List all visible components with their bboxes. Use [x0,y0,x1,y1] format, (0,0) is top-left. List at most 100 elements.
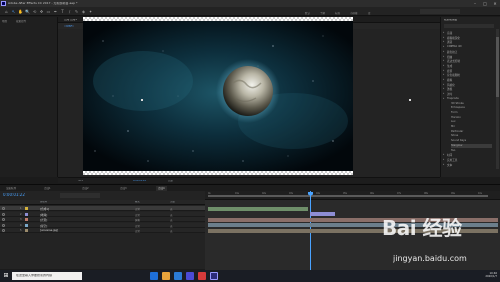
timeline-tab-0[interactable]: 渲染队列 [4,186,18,191]
zoom-tool-icon[interactable]: 🔍 [25,9,30,14]
home-icon[interactable]: ⌂ [4,9,9,14]
edge-browser-icon[interactable] [174,272,182,280]
effect-item-trapcode[interactable]: Trapcode [443,97,459,101]
timeline-tab-2[interactable]: 合成2 [80,186,91,191]
layer-row[interactable]: 4 [星空] 正常 无 [0,222,205,228]
layer-name[interactable]: [合成1] [40,207,49,211]
effect-item-form[interactable]: Form [451,111,458,115]
layer-label-color[interactable] [25,218,28,221]
layer-row[interactable]: 5 [universe.jpg] 正常 无 [0,228,205,233]
layer-parent-select[interactable]: 无 [170,224,172,228]
workspace-libraries[interactable]: 库 [368,11,371,15]
layer-blend-mode[interactable]: 正常 [135,213,140,217]
timeline-tab-3[interactable]: 合成3 [118,186,129,191]
visibility-eye-icon[interactable] [2,212,5,216]
visibility-eye-icon[interactable] [2,218,5,221]
layer-row[interactable]: 2 [地球] 正常 无 [0,211,205,217]
maximize-button[interactable]: □ [480,1,490,6]
effect-item-starglow[interactable]: Starglow [451,143,492,148]
effect-item--[interactable]: 遮罩 [443,69,452,73]
resolution-select[interactable]: 完整 [168,180,173,182]
layer-name[interactable]: [universe.jpg] [40,229,58,232]
windows-start-icon[interactable]: ⊞ [2,272,10,280]
shape-tool-icon[interactable]: ▭ [46,9,51,14]
timeline-tab-1[interactable]: 合成1 [42,186,53,191]
eraser-tool-icon[interactable]: ◈ [81,9,86,14]
effect-item--[interactable]: 风格化 [443,83,455,87]
effect-item--[interactable]: 文本 [443,163,452,167]
visibility-eye-icon[interactable] [2,207,5,210]
layer-label-color[interactable] [25,223,28,227]
effect-item--[interactable]: 杂色和颗粒 [443,73,460,77]
workspace-learn[interactable]: 了解 [320,11,325,15]
effect-item--[interactable]: 模拟 [443,78,452,82]
effect-item--[interactable]: 生成 [443,64,452,68]
tab-composition[interactable]: 合成 合成1 [64,19,77,22]
hand-tool-icon[interactable]: ✋ [18,9,23,14]
effect-item--[interactable]: 过时 [443,92,452,96]
effect-item-sound-keys[interactable]: Sound Keys [451,139,466,143]
layer-search-input[interactable] [60,193,100,198]
effect-item--[interactable]: 音频 [443,31,452,35]
effect-item--[interactable]: 通道 [443,40,452,44]
search-help-input[interactable] [420,9,460,14]
viewer-handle-right[interactable] [409,99,411,101]
tab-effect-controls[interactable]: 效果控件 [14,18,28,23]
workspace-default[interactable]: 默认 [305,11,310,15]
layer-name[interactable]: [地球] [40,213,47,217]
effect-item--[interactable]: 透视 [443,87,452,91]
column-source-name[interactable]: 源名称 [40,201,47,203]
breadcrumb-comp[interactable]: 合成1 [64,24,75,27]
layer-blend-mode[interactable]: 正常 [135,229,140,233]
timeline-tab-4[interactable]: 合成4 [156,186,167,191]
layer-label-color[interactable] [25,212,28,216]
zoom-level[interactable]: 50% [78,180,83,182]
pan-behind-tool-icon[interactable]: ✥ [39,9,44,14]
effect-item--[interactable]: 扭曲 [443,55,452,59]
effect-item-tao[interactable]: Tao [451,149,455,153]
effect-item--[interactable]: 表达式控制 [443,59,460,63]
layer-label-color[interactable] [25,229,28,232]
effects-search-input[interactable] [444,24,494,28]
effect-item-mir[interactable]: Mir [451,125,455,129]
app-icon-red[interactable] [198,272,206,280]
composition-viewer[interactable] [83,21,353,171]
layer-blend-mode[interactable]: 正常 [135,207,140,211]
effect-item-lux[interactable]: Lux [451,120,456,124]
file-explorer-icon[interactable] [162,272,170,280]
layer-duration-bar[interactable] [208,206,308,211]
layer-name[interactable]: [星空] [40,224,47,228]
task-view-icon[interactable] [150,272,158,280]
effect-item-cinema-4d[interactable]: CINEMA 4D [443,45,462,49]
effect-item--[interactable]: 模糊和锐化 [443,36,460,40]
layer-duration-bar[interactable] [310,212,335,216]
layer-row[interactable]: 1 [合成1] 正常 无 [0,206,205,211]
effect-item-shine[interactable]: Shine [451,134,458,138]
layer-parent-select[interactable]: 无 [170,207,172,211]
effect-item-horizon[interactable]: Horizon [451,116,461,120]
effect-item--[interactable]: 实用工具 [443,158,458,162]
work-area-bar[interactable] [208,195,488,197]
visibility-eye-icon[interactable] [2,223,5,227]
workspace-small-screen[interactable]: 小屏幕 [350,11,358,15]
layer-blend-mode[interactable]: 屏幕 [135,218,140,222]
effects-scrollbar-thumb[interactable] [496,37,499,97]
visibility-eye-icon[interactable] [2,229,5,232]
layer-label-color[interactable] [25,207,28,210]
store-icon[interactable] [186,272,194,280]
type-tool-icon[interactable]: T [60,9,65,14]
workspace-standard[interactable]: 标准 [335,11,340,15]
effect-item-3d-stroke[interactable]: 3D Stroke [451,102,464,106]
tab-project[interactable]: 项目 [0,18,9,23]
pen-tool-icon[interactable]: ✒ [53,9,58,14]
close-button[interactable]: ✕ [490,1,500,6]
layer-parent-select[interactable]: 无 [170,213,172,217]
effect-item--[interactable]: 颜色校正 [443,50,458,54]
effect-item-echospace[interactable]: Echospace [451,106,465,110]
timeline-timecode[interactable]: 0:00:01:22 [3,193,25,197]
selection-tool-icon[interactable]: ↖ [11,9,16,14]
minimize-button[interactable]: – [470,1,480,6]
effect-item--[interactable]: 时间 [443,153,452,157]
column-mode[interactable]: 模式 [135,201,140,203]
after-effects-taskbar-icon[interactable] [210,272,218,280]
